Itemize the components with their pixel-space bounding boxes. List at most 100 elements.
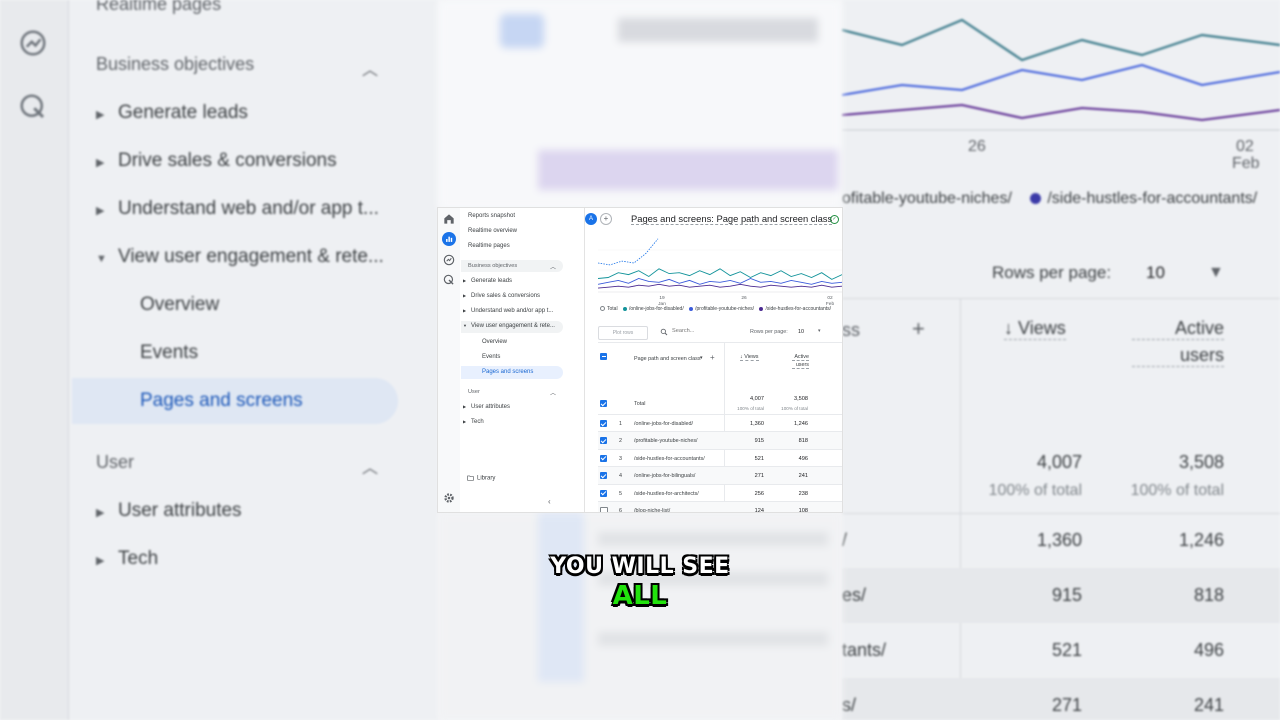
legend-dot-3 (759, 306, 764, 311)
chart-legend: Total /online-jobs-for-disabled/ /profit… (600, 306, 831, 312)
collapse-chevron-icon[interactable]: ‹ (548, 497, 551, 506)
table-row[interactable]: 2/profitable-youtube-niches/915 818 (598, 432, 842, 450)
bg-chevron-up-icon: ︿ (362, 62, 379, 79)
row-index: 3 (619, 455, 622, 462)
bg-axis-tick: Feb (1232, 155, 1260, 172)
row-checkbox[interactable] (600, 454, 607, 462)
sidebar-item-tech[interactable]: ▶ Tech (463, 419, 484, 425)
row-checkbox[interactable] (600, 507, 608, 512)
total-users-pct: 100% of total (781, 406, 808, 411)
col-header-views[interactable]: ↓ Views (740, 354, 759, 361)
row-index: 6 (619, 508, 622, 512)
bg-row-views: 915 (1051, 585, 1082, 605)
bg-blur-block (538, 150, 838, 190)
table-row[interactable]: 4/online-jobs-for-bilinguals/271 241 (598, 467, 842, 485)
row-views: 521 (754, 455, 764, 462)
page-title: Pages and screens: Page path and screen … (631, 213, 833, 225)
explore-icon[interactable] (442, 253, 456, 267)
folder-icon (467, 475, 474, 481)
bg-blur-block (500, 14, 544, 48)
chevron-up-icon[interactable]: ︿ (550, 262, 556, 271)
sidebar-item-library[interactable]: Library (467, 475, 495, 482)
row-views: 915 (754, 438, 764, 445)
sidebar-item-pages-and-screens[interactable]: Pages and screens (482, 369, 533, 375)
row-views: 124 (754, 508, 764, 512)
row-index: 4 (619, 473, 622, 480)
table-row[interactable]: 3/side-hustles-for-accountants/521 496 (598, 450, 842, 468)
row-page-path: /blog-niche-list/ (634, 508, 671, 512)
row-page-path: /online-jobs-for-bilinguals/ (634, 473, 696, 480)
row-active-users: 496 (798, 455, 808, 462)
add-dimension-icon[interactable]: + (710, 353, 715, 362)
bg-divider (960, 298, 961, 720)
gear-icon[interactable] (442, 491, 456, 505)
bg-nav-item: ▶ Drive sales & conversions (96, 150, 337, 171)
sidebar: Reports snapshot Realtime overview Realt… (460, 208, 585, 512)
sidebar-item-realtime-overview[interactable]: Realtime overview (468, 228, 517, 234)
avatar[interactable]: A (585, 213, 597, 225)
bg-blur-block (598, 632, 828, 646)
sidebar-item-user-engagement[interactable]: ▼ View user engagement & rete... (463, 323, 555, 329)
row-active-users: 108 (798, 508, 808, 512)
plot-rows-button[interactable]: Plot rows (598, 326, 648, 340)
bg-nav-business-objectives: Business objectives (96, 54, 255, 74)
rows-per-page-label: Rows per page: (750, 329, 788, 335)
rows-per-page-select[interactable]: 10 (798, 329, 804, 335)
row-checkbox[interactable] (600, 420, 607, 427)
series-line-0 (598, 238, 659, 266)
legend-dot-1 (622, 306, 627, 311)
table-row[interactable]: 1/online-jobs-for-disabled/1,360 1,246 (598, 415, 842, 433)
sidebar-item-drive-sales[interactable]: ▶ Drive sales & conversions (463, 293, 540, 299)
sidebar-item-overview[interactable]: Overview (482, 339, 507, 345)
bg-nav-user: User (96, 452, 135, 472)
bg-row-users: 818 (1193, 585, 1224, 605)
sidebar-item-understand-web[interactable]: ▶ Understand web and/or app t... (463, 308, 553, 314)
col-header-users[interactable]: users (792, 362, 809, 369)
row-checkbox[interactable] (600, 472, 607, 480)
table-row[interactable]: 6/blog-niche-list/124 108 (598, 502, 842, 512)
table-row[interactable]: 5/side-hustles-for-architects/256 238 (598, 485, 842, 502)
chevron-down-icon[interactable]: ▾ (818, 328, 821, 334)
chevron-up-icon[interactable]: ︿ (550, 388, 556, 397)
nav-rail (438, 208, 461, 512)
sidebar-item-realtime-pages[interactable]: Realtime pages (468, 243, 510, 249)
home-icon[interactable] (442, 212, 456, 226)
sidebar-item-generate-leads[interactable]: ▶ Generate leads (463, 278, 512, 284)
bg-nav-item: ▶ Tech (96, 548, 159, 569)
search-input[interactable] (672, 328, 732, 334)
caption-line-1: YOU WILL SEE (550, 553, 730, 579)
row-active-users: 1,246 (794, 421, 808, 427)
row-active-users: 238 (798, 490, 808, 497)
bg-blur-block (618, 18, 818, 42)
bg-center-bottom-blur (438, 512, 842, 720)
select-all-checkbox[interactable] (600, 353, 607, 360)
check-circle-icon: ✓ (830, 215, 839, 224)
bg-axis-tick: 02 (1236, 138, 1254, 155)
bg-row-views: 521 (1051, 640, 1082, 660)
bg-rows-per-page: Rows per page: (992, 263, 1112, 282)
bg-nav-subitem-selected: Pages and screens (140, 390, 303, 411)
sort-dropdown-icon[interactable]: ▾ (700, 355, 703, 361)
row-active-users: 818 (798, 438, 808, 445)
sidebar-item-user-attributes[interactable]: ▶ User attributes (463, 404, 510, 410)
col-header-active[interactable]: Active (792, 354, 809, 361)
sidebar-item-reports-snapshot[interactable]: Reports snapshot (468, 213, 515, 219)
sidebar-item-events[interactable]: Events (482, 354, 500, 360)
bg-row-frag: tants/ (842, 640, 887, 660)
section-user[interactable]: User (468, 389, 480, 395)
row-checkbox[interactable] (600, 437, 607, 445)
chart-series (598, 238, 842, 289)
report-main: A + Pages and screens: Page path and scr… (584, 208, 842, 512)
row-checkbox[interactable] (600, 489, 607, 497)
advertising-icon[interactable] (442, 273, 456, 287)
bg-legend: ofitable-youtube-niches/ /side-hustles-f… (842, 190, 1258, 207)
bg-row-frag: es/ (842, 585, 867, 605)
series-line-3 (598, 283, 842, 289)
col-header-page-path[interactable]: Page path and screen class (634, 356, 701, 362)
reports-icon[interactable] (442, 232, 456, 246)
section-business-objectives[interactable]: Business objectives (468, 263, 517, 269)
add-comparison-button[interactable]: + (600, 213, 612, 225)
total-checkbox[interactable] (600, 400, 607, 407)
bg-nav-item: ▶ Understand web and/or app t... (96, 198, 379, 219)
bg-col-users: users (1132, 345, 1224, 367)
